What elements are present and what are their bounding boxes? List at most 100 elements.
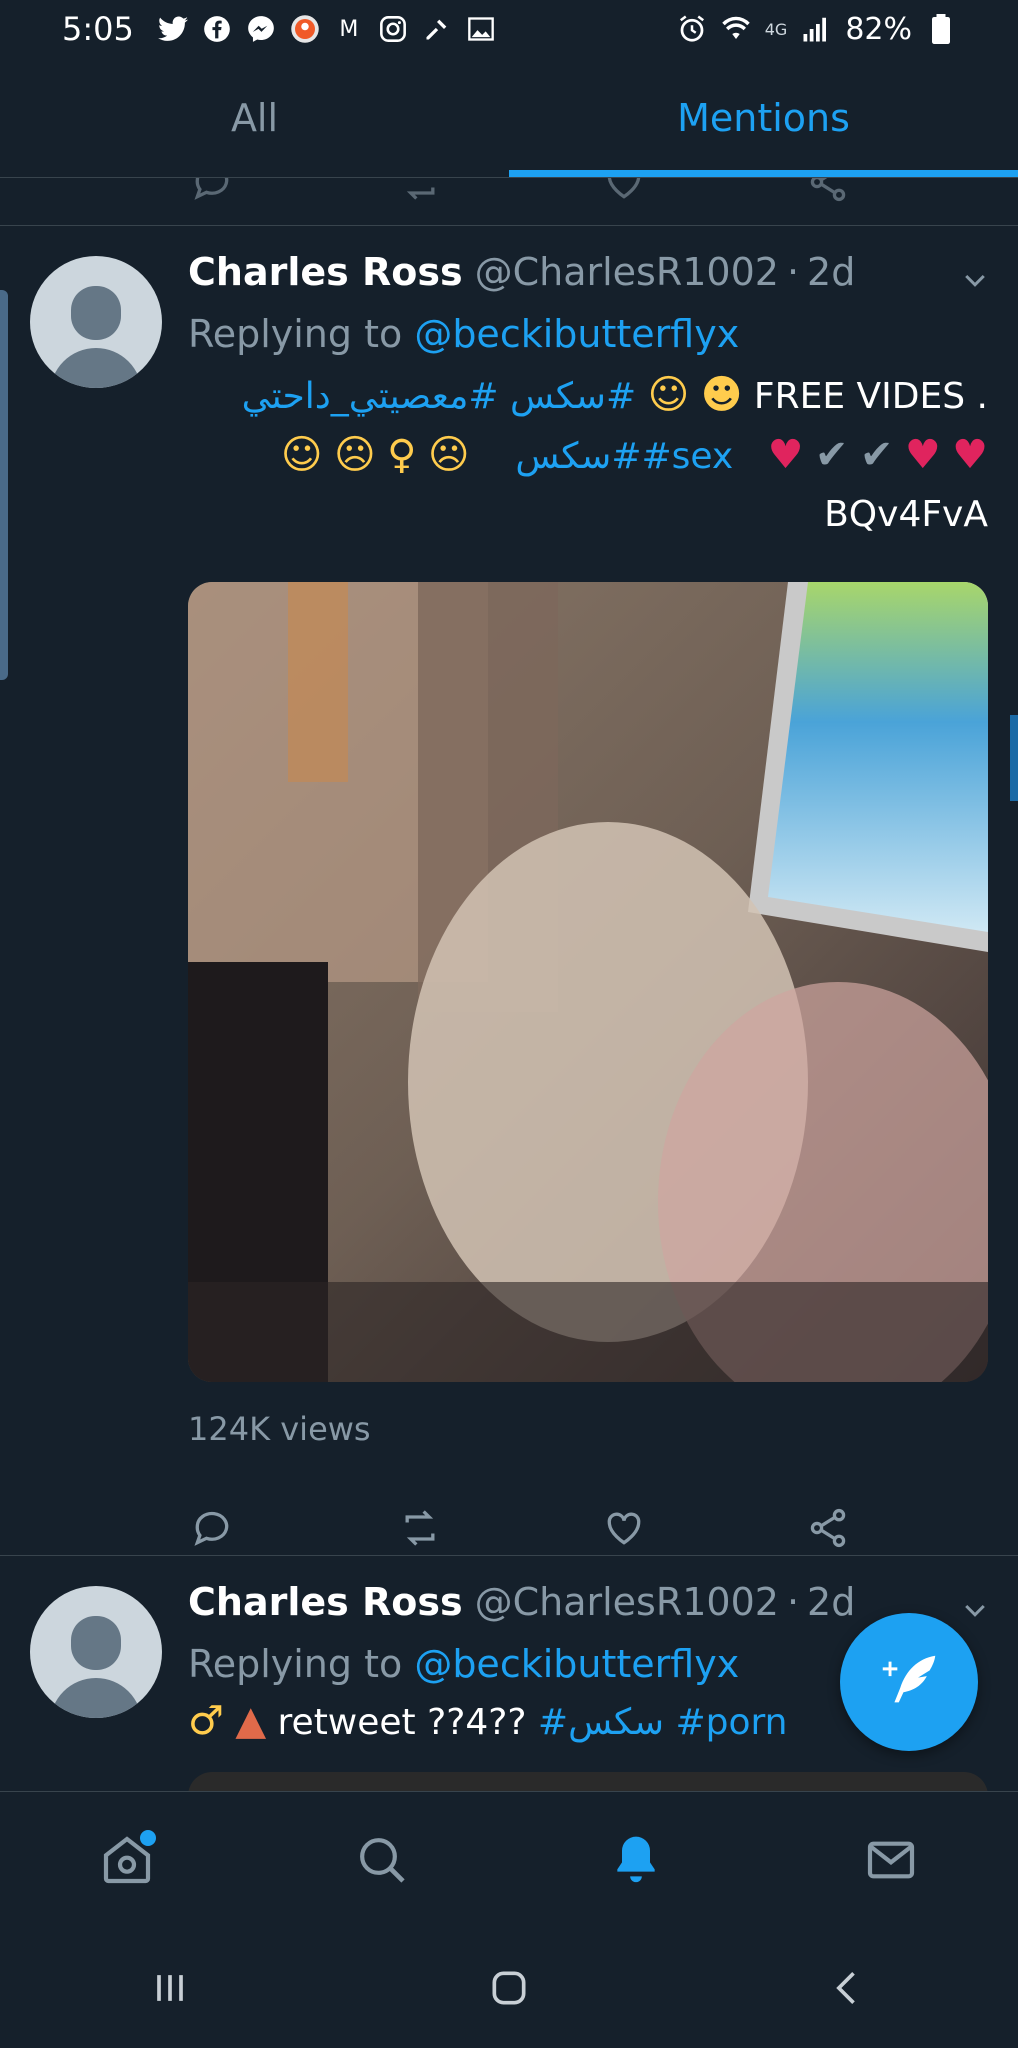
tweet[interactable]: Charles Ross @CharlesR1002 · 2d Replying… [0,226,1018,1556]
back-chevron-icon [836,1972,856,2004]
check-mark-emoji: ✔ [814,432,849,478]
replying-to-mention[interactable]: @beckibutterflyx [414,312,739,356]
reply-icon[interactable] [190,178,234,204]
tab-all-label: All [230,95,279,140]
tweet-text-line-2: ☺ ☹ ♀ ☹ سكس##sex ♥ ✔ ✔ ♥ ♥ [188,426,988,486]
reply-icon[interactable] [190,1506,234,1550]
slightly-smiling-emoji: ☺ [647,372,690,418]
tweet-time: 2d [807,1580,856,1624]
hashtag-prefix[interactable]: # [606,376,636,417]
bottom-navigation [0,1791,1018,1928]
tweet-text-line-3: BQv4FvA [824,494,988,535]
app-notification-icon [290,14,320,44]
recent-apps-icon [156,1975,183,2001]
facebook-icon [202,14,232,44]
tweet-text: سكس #معصيتي_داحتي# ☺ ☻ FREE VIDES . ☺ ☹ … [188,366,988,544]
avatar-body-shape [50,348,142,388]
status-time: 5:05 [62,10,134,48]
search-icon [359,1838,405,1883]
separator-dot: · [786,250,800,294]
nav-home[interactable] [0,1792,255,1928]
sleeping-face-emoji: ☻ [700,372,743,418]
avatar-head-shape [71,1616,121,1670]
hashtag-porn[interactable]: #porn [675,1702,787,1743]
battery-percent: 82% [845,11,912,47]
person-running-emoji: ♀ [387,432,417,478]
replying-to-mention[interactable]: @beckibutterflyx [414,1642,739,1686]
avatar-head-shape [71,286,121,340]
author-name[interactable]: Charles Ross [188,250,463,294]
red-heart-emoji: ♥ [767,432,804,478]
mentions-feed: Charles Ross @CharlesR1002 · 2d Replying… [0,226,1018,1791]
back-button[interactable] [679,1928,1018,2048]
hashtag-arabic[interactable]: #سكس [538,1702,664,1743]
tools-icon [422,14,452,44]
nav-messages[interactable] [764,1792,1018,1928]
check-mark-emoji-2: ✔ [859,432,894,478]
mail-icon [867,1841,914,1879]
compose-feather-icon [882,1655,936,1703]
tweet-header: Charles Ross @CharlesR1002 · 2d [188,1580,988,1624]
share-icon[interactable] [806,1506,850,1550]
retweet-icon[interactable] [398,178,442,204]
replying-to-line: Replying to @beckibutterflyx [188,312,988,356]
system-navigation-bar [0,1928,1018,2048]
tweet-video[interactable] [188,582,988,1382]
recent-apps-button[interactable] [0,1928,339,2048]
weary-face-emoji: ☹ [427,432,470,478]
alarm-icon [677,14,707,44]
author-name[interactable]: Charles Ross [188,1580,463,1624]
home-button[interactable] [339,1928,678,2048]
new-content-dot [140,1830,156,1846]
separator-dot: · [786,1580,800,1624]
tweet-media-peek[interactable] [188,1772,988,1791]
signal-icon [801,14,831,44]
hushed-face-emoji: ☺ [280,432,323,478]
tweet-content: Charles Ross @CharlesR1002 · 2d Replying… [188,250,988,1578]
gallery-icon [466,14,496,44]
twitter-icon [157,14,188,44]
tweet-header: Charles Ross @CharlesR1002 · 2d [188,250,988,294]
compose-tweet-button[interactable] [840,1613,978,1751]
replying-to-prefix: Replying to [188,312,415,356]
wifi-icon [721,14,751,44]
nav-notifications[interactable] [509,1792,764,1928]
gmail-icon: M [339,16,359,42]
red-heart-emoji-2: ♥ [904,432,941,478]
author-handle[interactable]: @CharlesR1002 [475,250,779,294]
like-icon[interactable] [602,1506,646,1550]
people-holding-hands-emoji: ♂ [188,1698,224,1744]
tweet-time: 2d [807,250,856,294]
network-label: 4G [764,19,788,39]
red-heart-emoji-3: ♥ [952,432,988,478]
tweet-plain-text: FREE VIDES . [753,376,988,417]
previous-tweet-actions [0,178,1018,226]
tab-all[interactable]: All [0,58,509,177]
status-bar: 5:05 M 4G 82% [0,0,1018,58]
battery-icon [926,14,956,44]
share-icon[interactable] [806,178,850,204]
messenger-icon [246,14,276,44]
bell-icon [617,1836,655,1883]
avatar[interactable] [30,1586,162,1718]
video-frame-image [188,582,988,1382]
retweet-icon[interactable] [398,1506,442,1550]
notification-tabs: All Mentions [0,58,1018,178]
replying-to-prefix: Replying to [188,1642,415,1686]
tweet-text-line-1: سكس #معصيتي_داحتي# ☺ ☻ FREE VIDES . [188,366,988,426]
tab-mentions-label: Mentions [677,95,850,140]
instagram-icon [378,14,408,44]
tweet-plain-text: retweet ??4?? [277,1702,527,1743]
mountain-emoji: ▲ [235,1698,267,1744]
hashtag-sex[interactable]: سكس##sex [515,436,733,477]
hashtag-arabic[interactable]: سكس #معصيتي_داحتي [242,376,606,417]
unamused-face-emoji: ☹ [333,432,376,478]
tab-mentions[interactable]: Mentions [509,58,1018,177]
nav-search[interactable] [255,1792,510,1928]
avatar[interactable] [30,256,162,388]
author-handle[interactable]: @CharlesR1002 [475,1580,779,1624]
avatar-body-shape [50,1678,142,1718]
view-count: 124K views [188,1410,371,1448]
like-icon[interactable] [602,178,646,204]
home-square-icon [492,1971,526,2005]
